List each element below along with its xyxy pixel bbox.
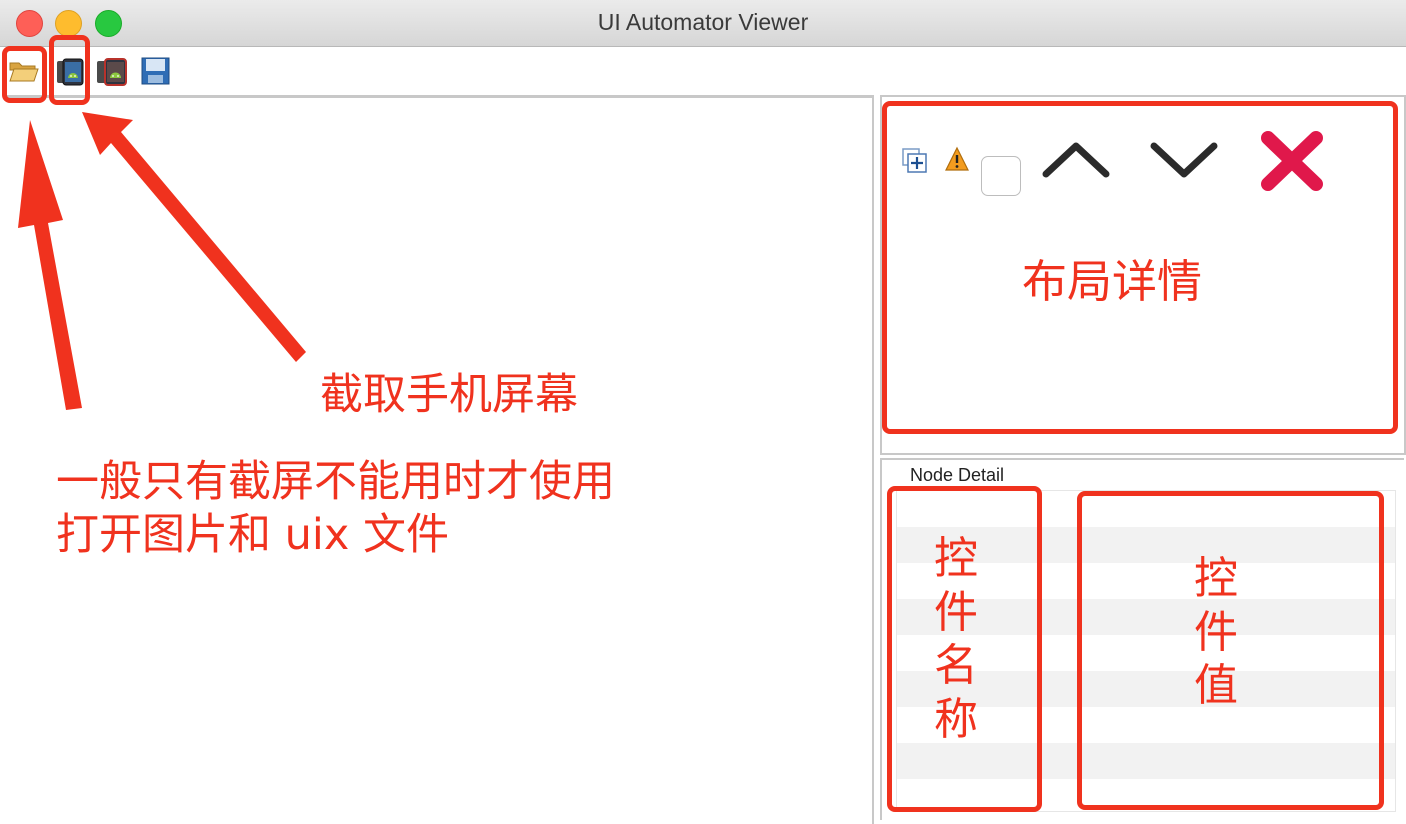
annotation-layout-detail: 布局详情 <box>1022 255 1203 308</box>
annotation-open-file-line2: 打开图片和 uix 文件 <box>56 510 449 560</box>
annotation-capture-screen: 截取手机屏幕 <box>320 370 578 420</box>
annotation-control-name: 控件名称 <box>934 533 978 746</box>
app-window: UI Automator Viewer Node Detail 截取手机屏幕 一… <box>0 0 1406 824</box>
annotation-control-value: 控件值 <box>1194 553 1238 712</box>
